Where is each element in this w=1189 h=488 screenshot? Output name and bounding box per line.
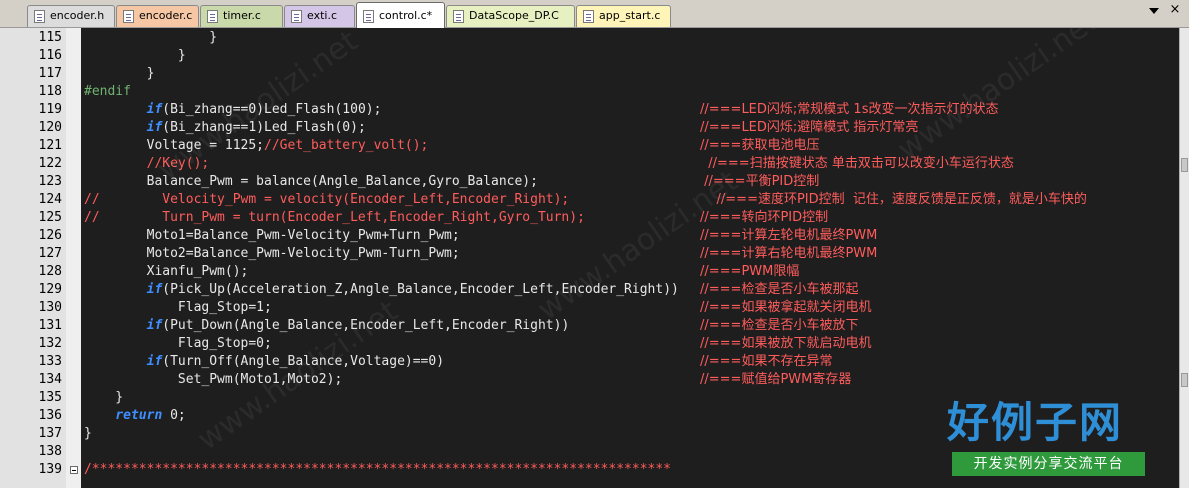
watermark-logo: 好例子网 [947,398,1124,447]
code-line: // Velocity_Pwm = velocity(Encoder_Left,… [84,192,570,207]
line-number: 139 [38,462,62,477]
trailing-comment: //===检查是否小车被那起 [700,282,859,297]
line-number: 124 [38,192,62,207]
line-number: 117 [38,66,62,81]
trailing-comment: //===计算左轮电机最终PWM [700,228,878,243]
code-line: #endif [84,84,131,99]
file-icon [583,10,594,23]
code-line: } [84,426,92,441]
trailing-comment: //===获取电池电压 [700,138,820,153]
line-number: 120 [38,120,62,135]
trailing-comment: //===平衡PID控制 [700,174,820,189]
tab-label: exti.c [307,9,337,22]
code-line: Flag_Stop=0; [84,336,272,351]
line-number: 122 [38,156,62,171]
code-line: // Turn_Pwm = turn(Encoder_Left,Encoder_… [84,210,585,225]
line-number: 116 [38,48,62,63]
line-number: 129 [38,282,62,297]
file-icon [453,10,464,23]
line-number: 126 [38,228,62,243]
line-number: 138 [38,444,62,459]
tab-bar: encoder.h encoder.c timer.c exti.c control.c… [0,0,1189,28]
tab-datascope-dp-c[interactable]: DataScope_DP.C [446,5,575,27]
line-number: 123 [38,174,62,189]
code-line: Moto1=Balance_Pwm-Velocity_Pwm+Turn_Pwm; [84,228,460,243]
tab-exti-c[interactable]: exti.c [284,5,355,27]
watermark-tagline: 开发实例分享交流平台 [952,452,1145,476]
line-number: 125 [38,210,62,225]
file-icon [34,10,45,23]
tab-label: DataScope_DP.C [469,9,559,22]
file-icon [123,10,134,23]
code-line: //Key(); [84,156,210,171]
trailing-comment: //===LED闪烁;避障模式 指示灯常亮 [700,120,919,135]
code-line: if(Turn_Off(Angle_Balance,Voltage)==0) [146,354,445,369]
vertical-scrollbar[interactable] [1179,28,1189,488]
code-line: if(Put_Down(Angle_Balance,Encoder_Left,E… [146,318,570,333]
line-number-gutter: 115 116 117 118 119 120 121 122 123 124 125 126 127 1… [0,28,67,488]
trailing-comment: //===转向环PID控制 [700,210,829,225]
tab-label: encoder.c [139,9,193,22]
trailing-comment: //===扫描按键状态 单击双击可以改变小车运行状态 [700,156,1014,171]
tab-encoder-h[interactable]: encoder.h [27,5,115,27]
trailing-comment: //===PWM限幅 [700,264,800,279]
file-icon [207,10,218,23]
trailing-comment: //===如果被拿起就关闭电机 [700,300,872,315]
line-number: 127 [38,246,62,261]
tab-label: app_start.c [599,9,661,22]
close-icon[interactable]: × [1168,3,1182,17]
line-number: 119 [38,102,62,117]
code-line: } [84,30,218,45]
tab-label: control.c* [379,9,433,22]
code-line: return 0; [115,408,186,423]
line-number: 133 [38,354,62,369]
code-line: if(Bi_zhang==0)Led_Flash(100); [146,102,382,117]
trailing-comment: //===计算右轮电机最终PWM [700,246,878,261]
line-number: 128 [38,264,62,279]
line-number: 132 [38,336,62,351]
line-number: 130 [38,300,62,315]
line-number: 121 [38,138,62,153]
code-line: /***************************************… [84,462,671,477]
code-line: Voltage = 1125;//Get_battery_volt(); [84,138,429,153]
tab-label: timer.c [223,9,261,22]
tab-control-c[interactable]: control.c* [356,2,445,28]
line-number: 135 [38,390,62,405]
code-line: } [84,48,186,63]
tab-encoder-c[interactable]: encoder.c [116,5,199,27]
chevron-down-icon[interactable] [1149,8,1159,14]
code-line: } [84,66,155,81]
tab-label: encoder.h [50,9,105,22]
line-number: 131 [38,318,62,333]
trailing-comment: //===如果不存在异常 [700,354,833,369]
trailing-comment: //===LED闪烁;常规模式 1s改变一次指示灯的状态 [700,102,999,117]
code-line: Balance_Pwm = balance(Angle_Balance,Gyro… [84,174,538,189]
file-icon [291,10,302,23]
line-number: 118 [38,84,62,99]
fold-toggle-icon[interactable] [70,466,78,474]
line-number: 137 [38,426,62,441]
trailing-comment: //===赋值给PWM寄存器 [700,372,852,387]
code-line: } [84,390,124,405]
tab-app-start-c[interactable]: app_start.c [576,5,671,27]
line-number: 134 [38,372,62,387]
code-line: if(Pick_Up(Acceleration_Z,Angle_Balance,… [146,282,679,297]
code-line: Xianfu_Pwm(); [84,264,249,279]
file-icon [363,10,374,23]
fold-margin [66,28,81,488]
code-line: Moto2=Balance_Pwm-Velocity_Pwm-Turn_Pwm; [84,246,460,261]
trailing-comment: //===速度环PID控制 记住，速度反馈是正反馈，就是小车快的 [700,192,1087,207]
code-line: Set_Pwm(Moto1,Moto2); [84,372,343,387]
code-line: if(Bi_zhang==1)Led_Flash(0); [146,120,366,135]
tab-timer-c[interactable]: timer.c [200,5,283,27]
code-line: Flag_Stop=1; [84,300,272,315]
line-number: 136 [38,408,62,423]
trailing-comment: //===如果被放下就启动电机 [700,336,872,351]
line-number: 115 [38,30,62,45]
trailing-comment: //===检查是否小车被放下 [700,318,859,333]
